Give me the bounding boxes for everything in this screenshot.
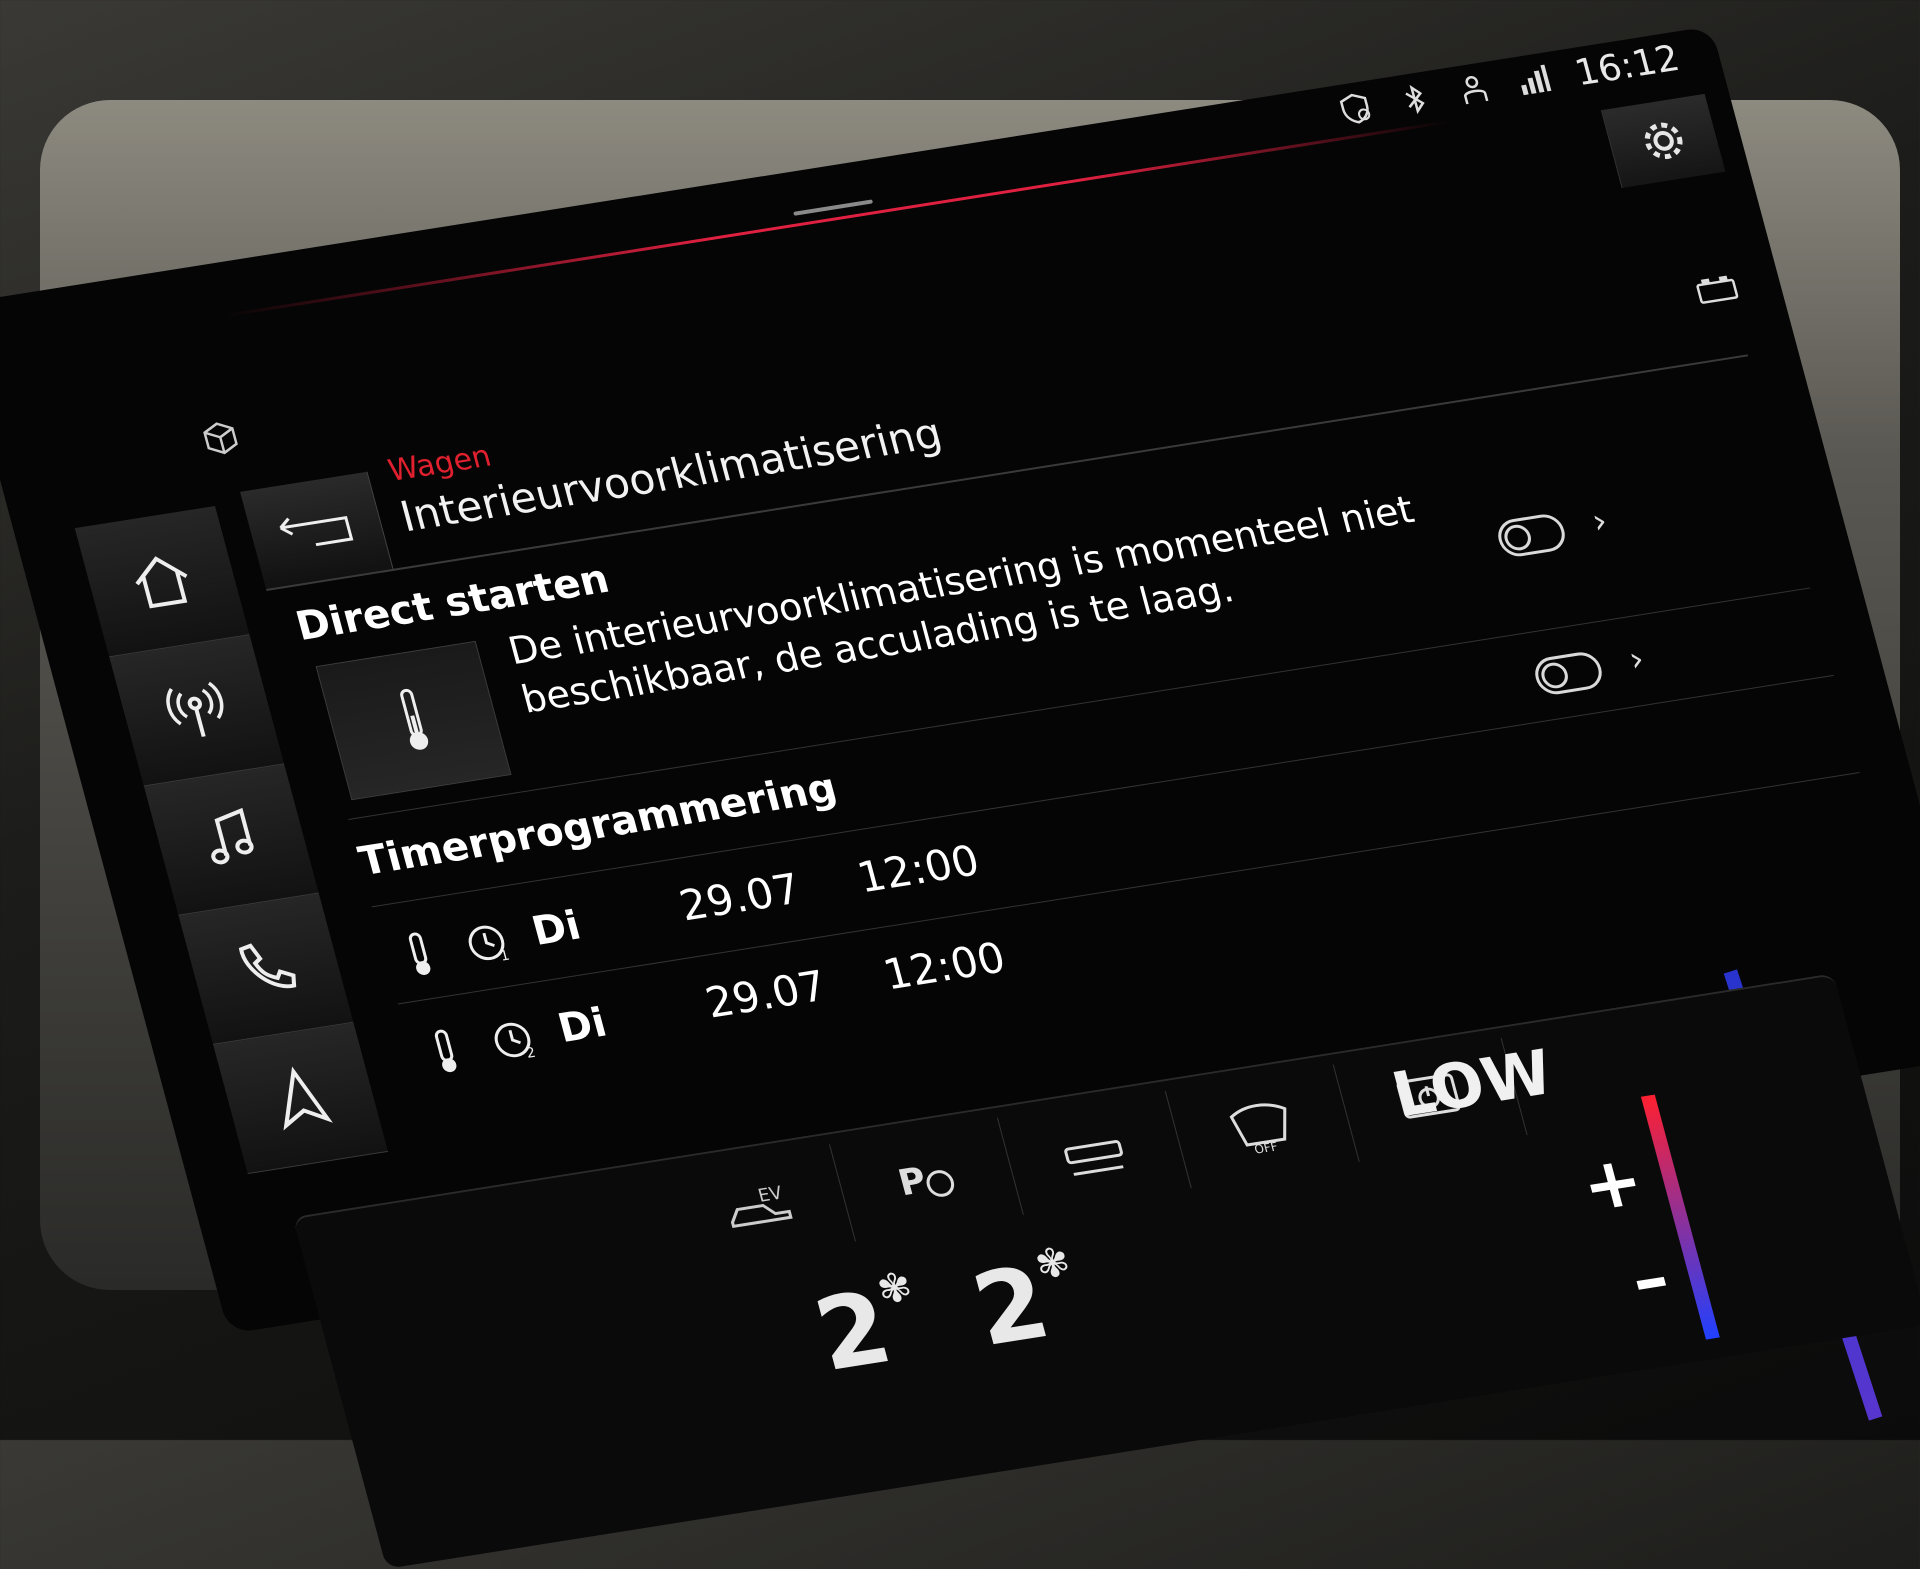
thermometer-icon <box>434 1029 457 1073</box>
climate-tile[interactable] <box>315 640 512 801</box>
timer-clock-icon: 1 <box>468 925 511 965</box>
navigation-arrow-icon <box>283 1066 333 1131</box>
timer-number: 1 <box>498 948 511 965</box>
radio-antenna-icon <box>166 681 224 737</box>
timer-time: 12:00 <box>878 932 1011 1000</box>
home-icon <box>135 556 188 609</box>
thermometer-icon <box>408 932 431 975</box>
fan-level-label: LOW <box>1384 1035 1561 1132</box>
timer-date: 29.07 <box>700 961 832 1028</box>
timer-day: Di <box>553 999 612 1052</box>
toggle-knob <box>1501 522 1534 553</box>
settings-button[interactable] <box>1600 93 1726 188</box>
fan-increase-button[interactable]: + <box>1573 1139 1652 1228</box>
sidebar-item-phone[interactable] <box>178 893 354 1045</box>
back-arrow-icon <box>279 515 354 547</box>
toggle-knob <box>1538 660 1571 691</box>
timer-date: 29.07 <box>674 863 806 931</box>
shield-location-icon <box>1339 93 1371 124</box>
timer-number: 2 <box>525 1045 538 1062</box>
sidebar-item-media[interactable] <box>143 764 319 916</box>
timer-clock-icon: 2 <box>494 1022 538 1062</box>
clock: 16:12 <box>1570 37 1684 94</box>
gear-icon <box>1644 122 1683 160</box>
timer-toggle[interactable] <box>1530 649 1607 697</box>
timer-chevron[interactable]: › <box>1625 639 1649 680</box>
windshield-off-icon: OFF <box>1229 1103 1287 1157</box>
phone-icon <box>238 943 297 989</box>
svg-text:EV: EV <box>756 1183 785 1207</box>
direct-start-chevron[interactable]: › <box>1588 501 1612 542</box>
parking-camera-icon: P <box>894 1159 955 1204</box>
user-profile-icon <box>1464 75 1489 105</box>
ev-mode-button[interactable]: EV <box>661 1144 856 1269</box>
thermometer-icon <box>400 688 429 750</box>
parking-button[interactable]: P <box>828 1117 1024 1242</box>
music-note-icon <box>211 807 254 865</box>
bluetooth-icon <box>1405 84 1425 115</box>
seat-heating-icon <box>1064 1140 1124 1176</box>
cube-icon <box>203 422 238 455</box>
right-fan-speed[interactable]: 2✾ <box>962 1239 1094 1369</box>
svg-text:P: P <box>894 1159 931 1204</box>
left-fan-speed[interactable]: 2✾ <box>804 1264 936 1394</box>
ev-car-icon: EV <box>730 1183 793 1229</box>
sidebar-item-navigation[interactable] <box>213 1022 389 1175</box>
lte-signal-icon <box>1521 64 1552 96</box>
seat-heating-button[interactable] <box>996 1091 1192 1215</box>
sidebar-item-radio[interactable] <box>109 635 285 787</box>
timer-day: Di <box>527 902 586 955</box>
timer-time: 12:00 <box>852 835 985 903</box>
fan-decrease-button[interactable]: – <box>1622 1236 1678 1321</box>
windshield-off-button[interactable]: OFF <box>1164 1064 1360 1189</box>
battery-status-icon <box>1696 275 1739 304</box>
sidebar-item-home[interactable] <box>74 505 250 658</box>
svg-text:OFF: OFF <box>1253 1139 1280 1156</box>
